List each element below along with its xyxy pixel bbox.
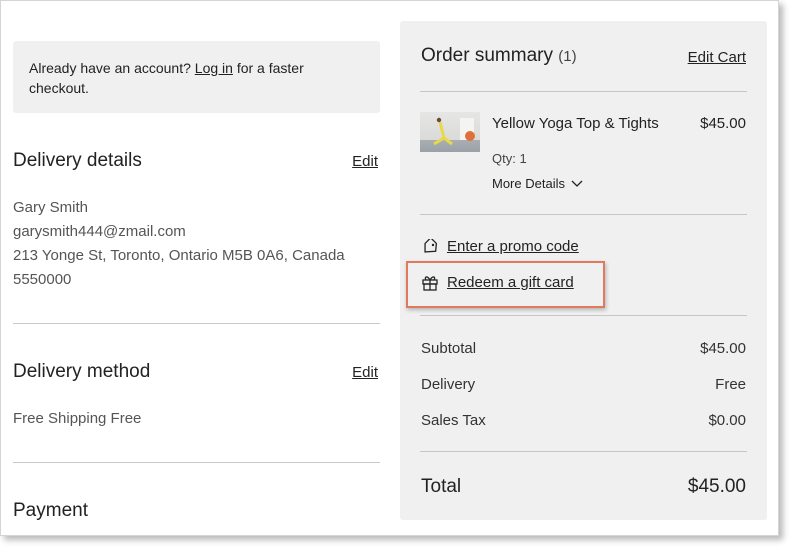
subtotal-value: $45.00 [700,340,746,357]
login-prefix: Already have an account? [29,60,195,76]
delivery-label: Delivery [421,376,476,393]
divider [420,315,747,316]
tag-icon [424,238,438,253]
delivery-name: Gary Smith [13,199,89,216]
order-summary-panel: Order summary (1) Edit Cart Yellow Yoga … [400,21,767,520]
divider [420,451,747,452]
order-item-count: (1) [558,48,577,65]
delivery-method-edit-link[interactable]: Edit [352,364,378,381]
product-thumbnail [420,112,480,152]
delivery-details-edit-link[interactable]: Edit [352,153,378,170]
login-link[interactable]: Log in [195,60,233,76]
sales-tax-value: $0.00 [708,412,746,429]
delivery-address: 213 Yonge St, Toronto, Ontario M5B 0A6, … [13,247,345,264]
delivery-method-title: Delivery method [13,361,151,382]
sales-tax-label: Sales Tax [421,412,486,429]
product-name[interactable]: Yellow Yoga Top & Tights [492,115,659,132]
delivery-value: Free [715,376,746,393]
more-details-toggle[interactable]: More Details [492,176,583,191]
delivery-email: garysmith444@zmail.com [13,223,186,240]
divider [13,323,380,324]
divider [420,91,747,92]
order-summary-title: Order summary (1) [421,45,577,67]
gift-card-label: Redeem a gift card [447,274,574,291]
order-summary-heading: Order summary [421,45,553,66]
divider [13,462,380,463]
delivery-phone: 5550000 [13,271,72,288]
delivery-details-title: Delivery details [13,150,142,171]
chevron-down-icon [571,180,583,187]
total-value: $45.00 [687,476,746,497]
subtotal-label: Subtotal [421,340,477,357]
redeem-gift-card-link[interactable]: Redeem a gift card [421,274,574,291]
login-notice: Already have an account? Log in for a fa… [13,41,380,113]
promo-code-label: Enter a promo code [447,238,579,255]
gift-icon [422,276,438,291]
divider [420,214,747,215]
more-details-label: More Details [492,176,565,191]
checkout-screen: Already have an account? Log in for a fa… [0,0,779,536]
total-label: Total [421,476,462,497]
product-price: $45.00 [700,115,746,132]
edit-cart-link[interactable]: Edit Cart [688,49,746,66]
delivery-method-value: Free Shipping Free [13,410,142,427]
payment-title: Payment [13,500,88,521]
promo-code-link[interactable]: Enter a promo code [421,238,579,255]
product-quantity: Qty: 1 [492,151,527,166]
